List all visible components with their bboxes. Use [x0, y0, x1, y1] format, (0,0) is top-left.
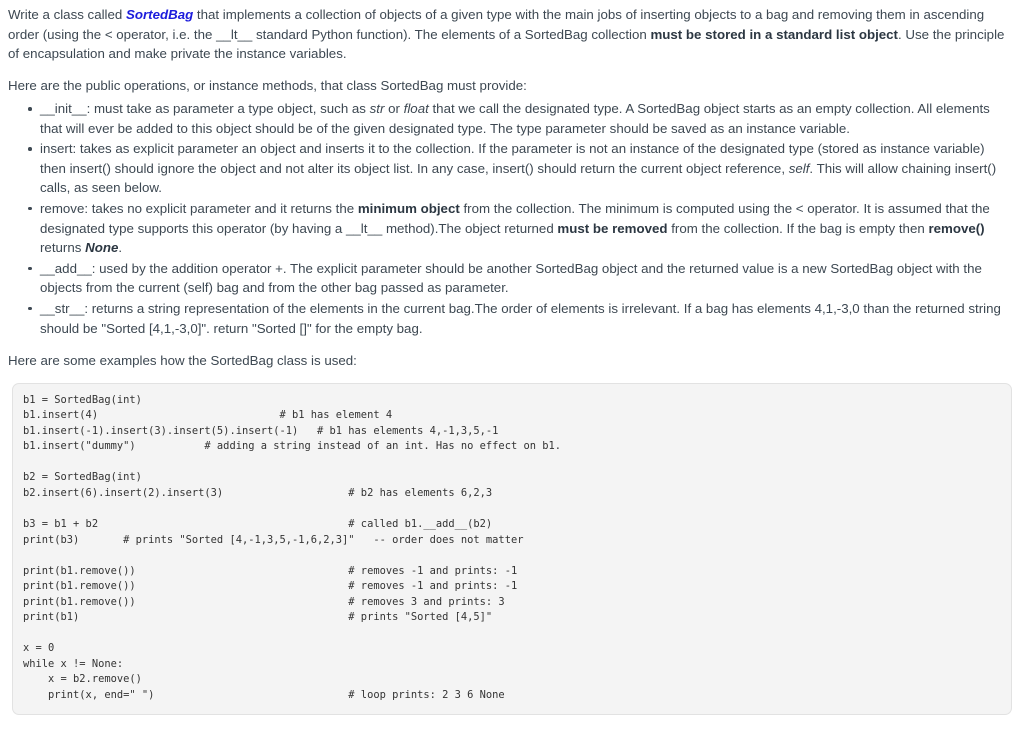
operations-list: __init__: must take as parameter a type …	[6, 99, 1016, 338]
operation-text-segment: self	[788, 160, 810, 176]
examples-heading: Here are some examples how the SortedBag…	[8, 353, 357, 369]
class-name-highlight: SortedBag	[126, 7, 194, 22]
operation-item-add: __add__: used by the addition operator +…	[28, 259, 1016, 298]
code-example-block: b1 = SortedBag(int) b1.insert(4) # b1 ha…	[12, 382, 1012, 715]
operation-text-segment: __init__: must take as parameter a type …	[40, 101, 370, 116]
operation-text-segment: remove: takes no explicit parameter and …	[40, 200, 358, 216]
operation-text-segment: minimum object	[357, 200, 460, 216]
operation-item-str: __str__: returns a string representation…	[28, 299, 1016, 338]
intro-bold-1: must be stored in a standard list object	[650, 26, 898, 42]
operation-text-segment: from the collection. If the bag is empty…	[667, 220, 929, 236]
operation-text-segment: str	[369, 101, 385, 116]
code-example-text: b1 = SortedBag(int) b1.insert(4) # b1 ha…	[23, 393, 561, 702]
operation-text-segment: float	[403, 101, 429, 116]
operation-text-segment: .	[118, 240, 123, 256]
intro-prefix: Write a class called	[8, 7, 126, 22]
operation-text-segment: returns	[40, 240, 86, 256]
operation-text-segment: remove()	[928, 220, 985, 236]
operation-item-insert: insert: takes as explicit parameter an o…	[28, 139, 1016, 198]
operation-text-segment: None	[85, 240, 119, 256]
operation-text-segment: must be removed	[557, 220, 668, 236]
operation-item-remove: remove: takes no explicit parameter and …	[28, 199, 1016, 258]
intro-paragraph: Write a class called SortedBag that impl…	[6, 0, 1016, 64]
operation-text-segment: or	[384, 101, 404, 116]
operation-text-segment: __add__: used by the addition operator +…	[40, 260, 982, 296]
operations-heading: Here are the public operations, or insta…	[8, 77, 527, 93]
operation-text-segment: __str__: returns a string representation…	[40, 300, 1001, 336]
assignment-page: Write a class called SortedBag that impl…	[0, 0, 1024, 715]
operation-item-init: __init__: must take as parameter a type …	[28, 99, 1016, 138]
